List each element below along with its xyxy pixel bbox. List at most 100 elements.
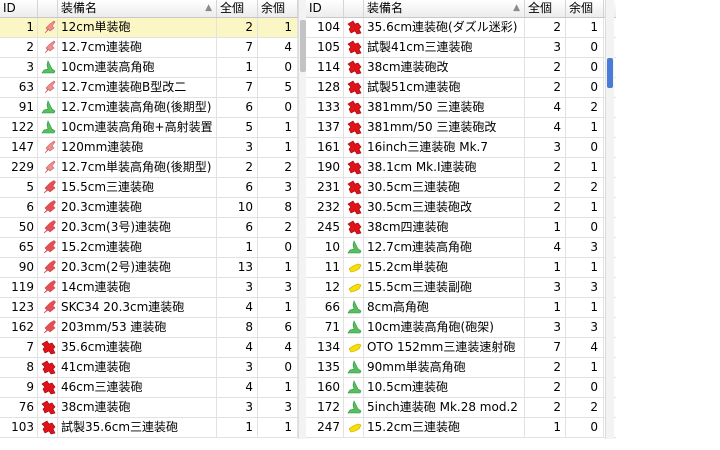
total-count: 2 (525, 58, 566, 77)
table-row[interactable]: 6 20.3cm連装砲 10 8 (0, 198, 308, 218)
column-header-total[interactable]: 全個 (525, 0, 566, 17)
total-count: 3 (525, 318, 566, 337)
aa-gun-icon (347, 400, 362, 415)
table-row[interactable]: 91 12.7cm連装高角砲(後期型) 6 0 (0, 98, 308, 118)
spare-count: 8 (258, 198, 298, 217)
equipment-name: 381mm/50 三連装砲改 (364, 118, 525, 137)
table-row[interactable]: 119 14cm連装砲 3 3 (0, 278, 308, 298)
table-row[interactable]: 104 35.6cm連装砲(ダズル迷彩) 2 1 (306, 18, 616, 38)
equipment-id: 8 (0, 358, 38, 377)
table-row[interactable]: 247 15.2cm三連装砲 1 0 (306, 418, 616, 438)
table-row[interactable]: 12 15.5cm三連装副砲 3 3 (306, 278, 616, 298)
equipment-name: 15.5cm三連装副砲 (364, 278, 525, 297)
table-row[interactable]: 160 10.5cm連装砲 2 0 (306, 378, 616, 398)
table-row[interactable]: 162 203mm/53 連装砲 8 6 (0, 318, 308, 338)
spare-count: 1 (566, 198, 604, 217)
medium-gun-icon (41, 240, 56, 255)
column-header-name[interactable]: 装備名 ▲ (364, 0, 525, 17)
table-row[interactable]: 65 15.2cm連装砲 1 0 (0, 238, 308, 258)
table-row[interactable]: 135 90mm単装高角砲 2 1 (306, 358, 616, 378)
total-count: 3 (217, 358, 258, 377)
table-row[interactable]: 3 10cm連装高角砲 1 0 (0, 58, 308, 78)
equipment-id: 103 (0, 418, 38, 437)
total-count: 6 (217, 218, 258, 237)
heavy-gun-icon (347, 40, 362, 55)
column-header-name[interactable]: 装備名 ▲ (58, 0, 217, 17)
light-gun-icon (41, 20, 56, 35)
equipment-id: 133 (306, 98, 344, 117)
equipment-name: 38.1cm Mk.I連装砲 (364, 158, 525, 177)
column-header-id[interactable]: ID (306, 0, 344, 17)
table-row[interactable]: 11 15.2cm単装砲 1 1 (306, 258, 616, 278)
table-row[interactable]: 147 120mm連装砲 3 1 (0, 138, 308, 158)
right-scrollbar[interactable] (605, 0, 614, 439)
table-row[interactable]: 190 38.1cm Mk.I連装砲 2 1 (306, 158, 616, 178)
table-row[interactable]: 1 12cm単装砲 2 1 (0, 18, 308, 38)
heavy-gun-icon (347, 180, 362, 195)
table-row[interactable]: 105 試製41cm三連装砲 3 0 (306, 38, 616, 58)
equipment-id: 232 (306, 198, 344, 217)
table-row[interactable]: 133 381mm/50 三連装砲 4 2 (306, 98, 616, 118)
equipment-id: 76 (0, 398, 38, 417)
table-row[interactable]: 172 5inch連装砲 Mk.28 mod.2 2 2 (306, 398, 616, 418)
table-row[interactable]: 2 12.7cm連装砲 7 4 (0, 38, 308, 58)
table-row[interactable]: 66 8cm高角砲 1 1 (306, 298, 616, 318)
table-row[interactable]: 5 15.5cm三連装砲 6 3 (0, 178, 308, 198)
equipment-id: 135 (306, 358, 344, 377)
spare-count: 2 (566, 98, 604, 117)
equipment-name: 41cm連装砲 (58, 358, 217, 377)
column-header-icon[interactable] (38, 0, 58, 17)
table-row[interactable]: 63 12.7cm連装砲B型改二 7 5 (0, 78, 308, 98)
table-row[interactable]: 245 38cm四連装砲 1 0 (306, 218, 616, 238)
column-header-total[interactable]: 全個 (217, 0, 258, 17)
table-row[interactable]: 122 10cm連装高角砲+高射装置 5 1 (0, 118, 308, 138)
equipment-name: 12.7cm連装高角砲(後期型) (58, 98, 217, 117)
table-row[interactable]: 128 試製51cm連装砲 2 0 (306, 78, 616, 98)
spare-count: 0 (566, 418, 604, 437)
spare-count: 0 (566, 58, 604, 77)
table-row[interactable]: 9 46cm三連装砲 4 1 (0, 378, 308, 398)
spare-count: 2 (566, 178, 604, 197)
equipment-id: 66 (306, 298, 344, 317)
column-header-spare[interactable]: 余個 (566, 0, 604, 17)
equipment-id: 91 (0, 98, 38, 117)
table-row[interactable]: 114 38cm連装砲改 2 0 (306, 58, 616, 78)
equipment-id: 172 (306, 398, 344, 417)
equipment-id: 1 (0, 18, 38, 37)
table-row[interactable]: 10 12.7cm連装高角砲 4 3 (306, 238, 616, 258)
table-row[interactable]: 137 381mm/50 三連装砲改 4 1 (306, 118, 616, 138)
table-row[interactable]: 231 30.5cm三連装砲 2 2 (306, 178, 616, 198)
total-count: 5 (217, 118, 258, 137)
table-row[interactable]: 50 20.3cm(3号)連装砲 6 2 (0, 218, 308, 238)
equipment-list-right: ID 装備名 ▲ 全個 余個 104 35.6cm連装砲(ダズル迷彩) 2 1 105 試製… (306, 0, 616, 439)
table-row[interactable]: 90 20.3cm(2号)連装砲 13 1 (0, 258, 308, 278)
column-header-icon[interactable] (344, 0, 364, 17)
equipment-type-icon-cell (38, 18, 58, 37)
table-row[interactable]: 76 38cm連装砲 3 3 (0, 398, 308, 418)
heavy-gun-icon (41, 380, 56, 395)
table-row[interactable]: 103 試製35.6cm三連装砲 1 1 (0, 418, 308, 438)
aa-gun-icon (347, 300, 362, 315)
equipment-name: 試製51cm連装砲 (364, 78, 525, 97)
scrollbar-thumb[interactable] (607, 58, 613, 88)
equipment-name: SKC34 20.3cm連装砲 (58, 298, 217, 317)
equipment-id: 11 (306, 258, 344, 277)
spare-count: 4 (566, 338, 604, 357)
equipment-id: 9 (0, 378, 38, 397)
table-row[interactable]: 229 12.7cm単装高角砲(後期型) 2 2 (0, 158, 308, 178)
table-row[interactable]: 232 30.5cm三連装砲改 2 1 (306, 198, 616, 218)
equipment-list-left: ID 装備名 ▲ 全個 余個 1 12cm単装砲 2 1 2 12.7cm連装砲 7 4 3 10c… (0, 0, 308, 439)
total-count: 4 (525, 98, 566, 117)
table-row[interactable]: 134 OTO 152mm三連装速射砲 7 4 (306, 338, 616, 358)
table-row[interactable]: 123 SKC34 20.3cm連装砲 4 1 (0, 298, 308, 318)
spare-count: 1 (258, 258, 298, 277)
table-row[interactable]: 8 41cm連装砲 3 0 (0, 358, 308, 378)
column-header-id[interactable]: ID (0, 0, 38, 17)
table-row[interactable]: 7 35.6cm連装砲 4 4 (0, 338, 308, 358)
total-count: 7 (525, 338, 566, 357)
table-row[interactable]: 161 16inch三連装砲 Mk.7 3 0 (306, 138, 616, 158)
aa-gun-icon (41, 100, 56, 115)
equipment-name: 12cm単装砲 (58, 18, 217, 37)
table-row[interactable]: 71 10cm連装高角砲(砲架) 3 3 (306, 318, 616, 338)
column-header-spare[interactable]: 余個 (258, 0, 298, 17)
